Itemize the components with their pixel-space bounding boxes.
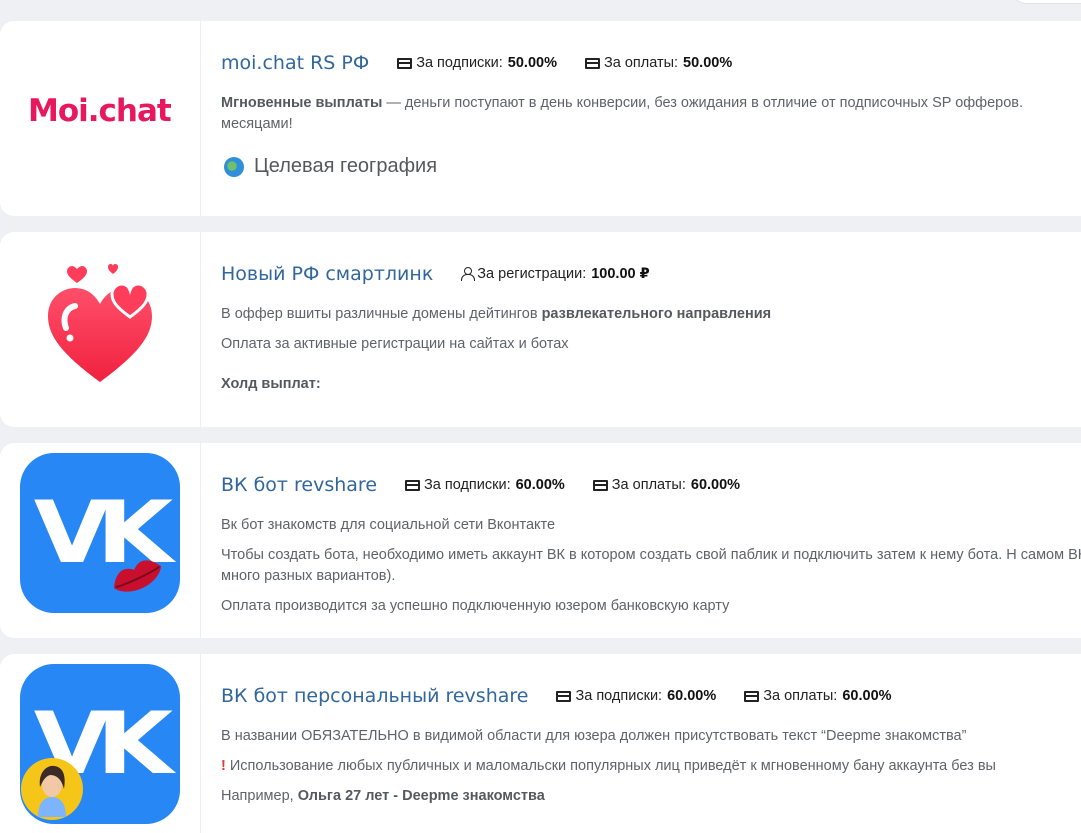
offer-card-vk-revshare[interactable]: VK ВК бот revshare За подписки: 60.00% З… [0,443,1081,638]
rate-value: 60.00% [842,688,892,704]
example-value: Ольга 27 лет - Deepme знакомства [297,788,545,804]
rate-subscriptions: За подписки: 50.00% [397,55,557,71]
rate-value: 100.00 ₽ [591,266,650,282]
offer-card-smartlink[interactable]: Новый РФ смартлинк За регистрации: 100.0… [0,232,1081,427]
rate-label: За оплаты: [763,688,838,704]
globe-icon [224,156,244,177]
credit-card-icon [584,57,600,69]
offer-payment-info: Оплата за активные регистрации на сайтах… [221,336,569,352]
vk-logo: VK [0,654,201,833]
offer-description: Вк бот знакомств для социальной сети Вко… [221,517,556,533]
credit-card-icon [592,479,608,491]
credit-card-icon [397,57,413,69]
rate-value: 60.00% [515,477,565,493]
heart-icon [48,264,152,382]
offer-instructions: Чтобы создать бота, необходимо иметь акк… [221,547,1081,584]
hold-label: Холд выплат: [221,376,321,392]
description-bold: Мгновенные выплаты [221,95,383,111]
moichat-logo: Moi.chat [0,21,201,216]
rate-label: За подписки: [575,688,663,704]
warning-text: Использование любых публичных и маломаль… [229,758,996,774]
offer-title[interactable]: ВК бот revshare [221,474,377,496]
offer-warning: ! Использование любых публичных и маломал… [221,756,1081,777]
rate-payments: За оплаты: 60.00% [592,477,741,493]
rate-label: За регистрации: [477,266,587,282]
description-bold: развлекательного направления [541,306,772,322]
avatar-icon [21,758,83,820]
heart-logo [0,232,201,427]
offer-title[interactable]: moi.chat RS РФ [221,52,369,74]
credit-card-icon [556,690,572,702]
rate-value: 60.00% [667,688,717,704]
rate-label: За подписки: [416,55,503,71]
rate-label: За оплаты: [611,477,686,493]
offer-description: Мгновенные выплаты — деньги поступают в … [221,93,1081,135]
target-geo[interactable]: Целевая география [221,155,1081,178]
offer-hold-info: Холд выплат: [221,374,1081,395]
offer-title[interactable]: Новый РФ смартлинк [221,263,433,285]
user-icon [461,267,476,281]
rate-label: За подписки: [424,477,511,493]
vk-logo: VK [0,443,201,638]
credit-card-icon [405,479,421,491]
rate-subscriptions: За подписки: 60.00% [405,477,565,493]
credit-card-icon [744,690,760,702]
offer-card-vk-personal[interactable]: VK ВК бот персональный revshare За подпи… [0,654,1081,833]
top-control[interactable] [1010,0,1081,4]
geo-label[interactable]: Целевая география [254,155,437,178]
text-fade [201,610,1081,638]
rate-registrations: За регистрации: 100.00 ₽ [461,266,650,282]
example-label: Например, [221,788,298,804]
rate-payments: За оплаты: 50.00% [584,55,733,71]
description-text: В оффер вшиты различные домены дейтингов [221,306,542,322]
rate-subscriptions: За подписки: 60.00% [556,688,716,704]
offer-description: В названии ОБЯЗАТЕЛЬНО в видимой области… [221,728,967,744]
moichat-logo-text: Moi.chat [28,93,172,129]
rate-label: За оплаты: [603,55,679,71]
rate-value: 50.00% [507,55,557,71]
offer-title[interactable]: ВК бот персональный revshare [221,685,528,707]
offer-example: Например, Ольга 27 лет - Deepme знакомст… [221,786,1081,807]
rate-value: 60.00% [690,477,741,493]
offer-description: В оффер вшиты различные домены дейтингов… [221,304,1081,325]
offer-card-moichat[interactable]: Moi.chat moi.chat RS РФ За подписки: 50.… [0,21,1081,216]
exclamation-icon: ! [221,758,226,774]
rate-payments: За оплаты: 60.00% [744,688,892,704]
rate-value: 50.00% [683,55,733,71]
